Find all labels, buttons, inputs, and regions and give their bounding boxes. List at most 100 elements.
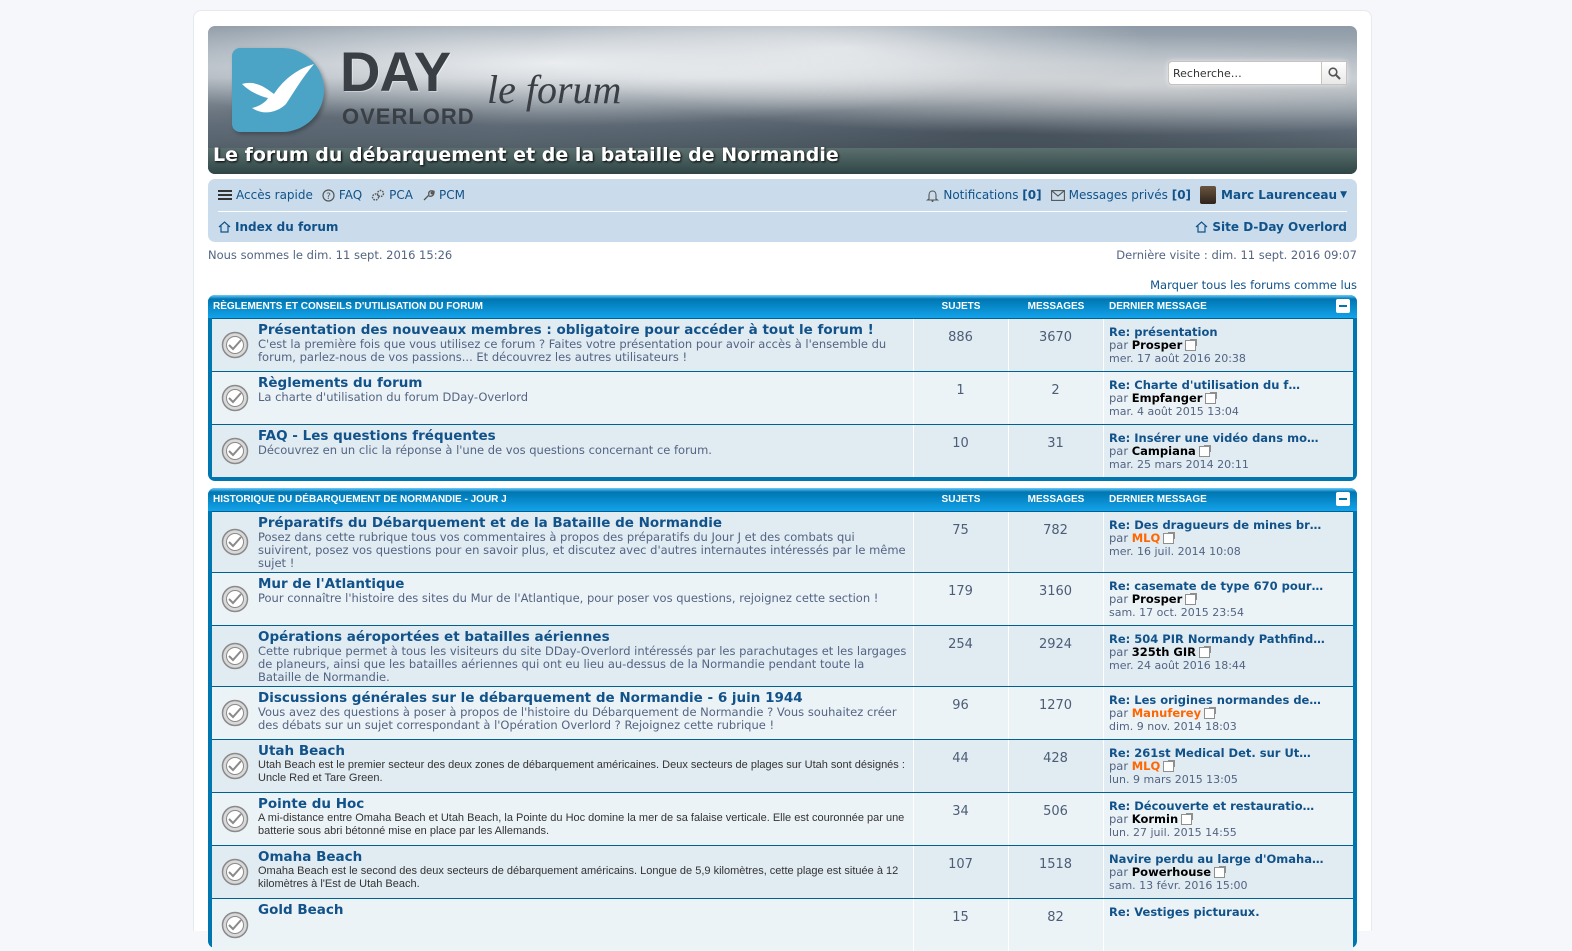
current-time: Nous sommes le dim. 11 sept. 2016 15:26 [208,248,453,262]
topics-count: 10 [913,425,1007,477]
collapse-icon[interactable] [1336,492,1350,506]
forum-title-link[interactable]: Opérations aéroportées et batailles aéri… [258,630,908,644]
last-post: Re: 504 PIR Normandy Pathfind… par 325th… [1103,626,1356,686]
posts-count: 782 [1008,512,1102,572]
forum-title-link[interactable]: Gold Beach [258,903,908,917]
last-post-user[interactable]: Manuferey [1132,706,1201,720]
search-button[interactable] [1321,61,1347,85]
view-latest-icon[interactable] [1198,445,1211,457]
notifications-link[interactable]: Notifications [0] [926,188,1042,202]
forum-title-link[interactable]: Omaha Beach [258,850,908,864]
topics-count: 44 [913,740,1007,792]
last-post-time: lun. 27 juil. 2015 14:55 [1109,826,1237,839]
forum-title-link[interactable]: FAQ - Les questions fréquentes [258,429,908,443]
view-latest-icon[interactable] [1204,707,1217,719]
last-post-by: par [1109,706,1129,720]
forum-description: Découvrez en un clic la réponse à l'une … [258,443,712,457]
last-post-user[interactable]: Campiana [1132,444,1196,458]
forum-title-link[interactable]: Pointe du Hoc [258,797,908,811]
last-post-user[interactable]: Kormin [1132,812,1178,826]
last-post-by: par [1109,592,1129,606]
last-post-user[interactable]: MLQ [1132,531,1161,545]
collapse-icon[interactable] [1336,299,1350,313]
forum-row: Pointe du Hoc A mi-distance entre Omaha … [212,792,1353,845]
forum-row: Omaha Beach Omaha Beach est le second de… [212,845,1353,898]
page-wrapper: DAY OVERLORD le forum Le forum du débarq… [193,10,1372,951]
forum-title-link[interactable]: Règlements du forum [258,376,908,390]
header-banner: DAY OVERLORD le forum Le forum du débarq… [208,26,1357,174]
forum-title-link[interactable]: Utah Beach [258,744,908,758]
site-description: Le forum du débarquement et de la batail… [213,144,839,166]
posts-count: 1270 [1008,687,1102,739]
forum-description: Vous avez des questions à poser à propos… [258,705,897,732]
view-latest-icon[interactable] [1185,593,1198,605]
forum-read-icon [221,585,249,613]
last-post-user[interactable]: Prosper [1132,338,1183,352]
forum-read-icon [221,911,249,939]
notifications-count: [0] [1022,188,1042,202]
forum-read-icon [221,384,249,412]
forum-read-icon [221,858,249,886]
last-post: Re: Insérer une vidéo dans mo… par Campi… [1103,425,1356,477]
posts-count: 82 [1008,899,1102,951]
breadcrumb[interactable]: Index du forum [218,220,338,234]
last-post-by: par [1109,812,1129,826]
private-messages-link[interactable]: Messages privés [0] [1050,188,1191,202]
forum-title-link[interactable]: Mur de l'Atlantique [258,577,908,591]
forum-read-icon [221,805,249,833]
view-latest-icon[interactable] [1205,392,1218,404]
forum-title-link[interactable]: Préparatifs du Débarquement et de la Bat… [258,516,908,530]
last-post-time: mer. 24 août 2016 18:44 [1109,659,1246,672]
last-post: Re: Vestiges picturaux. [1103,899,1356,951]
forum-title-link[interactable]: Présentation des nouveaux membres : obli… [258,323,908,337]
forum-description: Posez dans cette rubrique tous vos comme… [258,530,906,570]
view-latest-icon[interactable] [1181,813,1194,825]
posts-count: 428 [1008,740,1102,792]
view-latest-icon[interactable] [1199,646,1212,658]
forum-read-icon [221,699,249,727]
dove-logo-icon[interactable] [232,48,324,132]
column-posts: Messages [1027,301,1085,312]
pca-link[interactable]: PCA [371,188,413,202]
search-icon [1327,66,1341,80]
quick-access-link[interactable]: Accès rapide [218,188,313,202]
user-menu[interactable]: Marc Laurenceau ▼ [1200,186,1347,204]
topics-count: 96 [913,687,1007,739]
category-header: Règlements et conseils d'utilisation du … [208,295,1357,318]
search-input[interactable] [1168,61,1321,85]
forum-title-link[interactable]: Discussions générales sur le débarquemen… [258,691,908,705]
external-site-link[interactable]: Site D-Day Overlord [1195,220,1347,234]
forum-row: Discussions générales sur le débarquemen… [212,686,1353,739]
category-title[interactable]: Historique du débarquement de Normandie … [212,494,913,505]
view-latest-icon[interactable] [1163,532,1176,544]
last-post-user[interactable]: Empfanger [1132,391,1203,405]
forum-category: Historique du débarquement de Normandie … [208,488,1357,951]
last-post: Re: Découverte et restauratio… par Kormi… [1103,793,1356,845]
question-icon: ? [322,188,335,201]
pcm-label: PCM [438,188,465,202]
last-post-user[interactable]: Prosper [1132,592,1183,606]
posts-count: 1518 [1008,846,1102,898]
username: Marc Laurenceau [1221,188,1338,202]
navbar: Accès rapide ? FAQ PCA PCM Notifications… [208,179,1357,242]
last-post-user[interactable]: 325th GIR [1132,645,1196,659]
view-latest-icon[interactable] [1214,866,1227,878]
last-post-user[interactable]: MLQ [1132,759,1161,773]
category-title[interactable]: Règlements et conseils d'utilisation du … [212,301,913,312]
last-post-title[interactable]: Re: Vestiges picturaux. [1109,906,1356,919]
home-icon [218,221,231,233]
column-topics: Sujets [941,301,981,312]
posts-count: 2 [1008,372,1102,424]
page-inner: DAY OVERLORD le forum Le forum du débarq… [208,26,1357,951]
last-post-user[interactable]: Powerhouse [1132,865,1211,879]
pcm-link[interactable]: PCM [422,188,465,202]
wrench-icon [423,189,435,200]
home-icon [1195,221,1208,233]
last-post-by: par [1109,645,1129,659]
faq-link[interactable]: ? FAQ [322,188,362,202]
posts-count: 3160 [1008,573,1102,625]
view-latest-icon[interactable] [1185,339,1198,351]
mark-all-read-link[interactable]: Marquer tous les forums comme lus [1150,278,1357,292]
quick-access-label: Accès rapide [236,188,313,202]
view-latest-icon[interactable] [1163,760,1176,772]
